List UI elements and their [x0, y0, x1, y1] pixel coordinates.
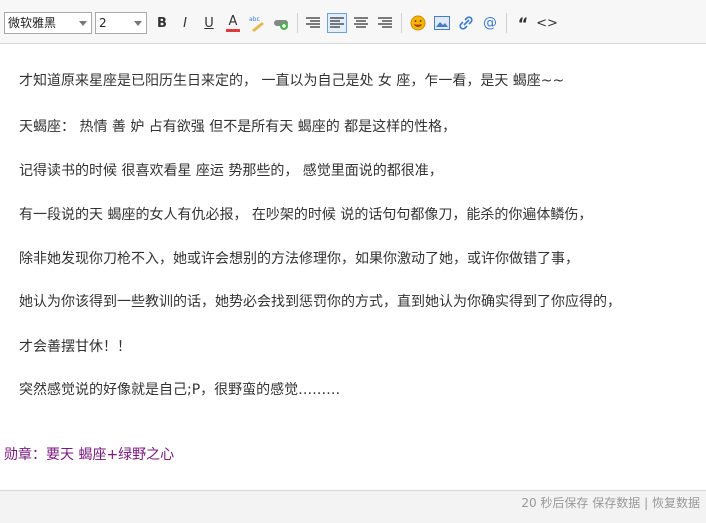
underline-button[interactable]: U [199, 13, 219, 33]
spellcheck-button[interactable]: abc [247, 13, 267, 33]
autosave-countdown: 20 秒后保存 [521, 496, 589, 510]
align-center-button[interactable] [351, 13, 371, 33]
link-icon [459, 16, 473, 30]
content-line: 才知道原来星座是已阳历生日来定的， 一直以为自己是处 女 座，乍一看，是天 蝎座… [19, 73, 565, 89]
emoji-button[interactable] [408, 13, 428, 33]
align-justify-button[interactable] [375, 13, 395, 33]
font-color-bar [226, 28, 240, 32]
underline-icon: U [204, 15, 214, 31]
bold-button[interactable]: B [152, 13, 172, 33]
mention-button[interactable]: @ [480, 13, 500, 33]
save-data-link[interactable]: 保存数据 [592, 496, 640, 510]
font-color-button[interactable]: A [223, 13, 243, 33]
code-icon: <> [536, 15, 558, 31]
at-icon: @ [483, 15, 497, 31]
font-size-select[interactable]: 2 [95, 12, 147, 34]
editor-content[interactable]: 才知道原来星座是已阳历生日来定的， 一直以为自己是处 女 座，乍一看，是天 蝎座… [0, 44, 706, 490]
status-bar: 20 秒后保存 保存数据 | 恢复数据 [0, 490, 706, 523]
align-center-icon [354, 17, 368, 28]
italic-button[interactable]: I [175, 13, 195, 33]
content-line: 记得读书的时候 很喜欢看星 座运 势那些的， 感觉里面说的都很准， [19, 163, 443, 179]
insert-link-button[interactable] [456, 13, 476, 33]
medal-line: 勋章：要天 蝎座+绿野之心 [4, 444, 174, 464]
align-right-button[interactable] [303, 13, 323, 33]
svg-text:abc: abc [249, 16, 260, 23]
status-divider: | [644, 496, 649, 510]
quote-button[interactable]: “ [513, 13, 533, 33]
content-line: 除非她发现你刀枪不入，她或许会想别的方法修理你，如果你激动了她，或许你做错了事， [19, 251, 579, 267]
content-line: 突然感觉说的好像就是自己;P，很野蛮的感觉……… [19, 382, 341, 398]
bold-icon: B [157, 15, 167, 31]
content-line: 才会善摆甘休！！ [19, 339, 131, 355]
attachment-toggle-button[interactable] [271, 13, 291, 33]
toolbar-separator [297, 13, 298, 33]
status-text: 20 秒后保存 保存数据 | 恢复数据 [521, 494, 700, 511]
smiley-icon [410, 15, 426, 31]
medal-label: 勋章： [4, 447, 46, 463]
switch-icon [274, 20, 288, 30]
restore-data-link[interactable]: 恢复数据 [652, 496, 700, 510]
align-right-icon [306, 17, 320, 28]
editor-toolbar: 微软雅黑 2 B I U A abc @ “ <> [0, 0, 706, 44]
font-family-value: 微软雅黑 [8, 16, 57, 30]
quote-icon: “ [517, 13, 529, 33]
image-icon [434, 16, 450, 30]
italic-icon: I [183, 15, 187, 31]
content-line: 她认为你该得到一些教训的话，她势必会找到惩罚你的方式，直到她认为你确实得到了你应… [19, 294, 621, 310]
align-left-icon [330, 17, 344, 28]
chevron-down-icon [134, 21, 142, 26]
medal-value: 要天 蝎座+绿野之心 [46, 447, 175, 463]
content-line: 有一段说的天 蝎座的女人有仇必报， 在吵架的时候 说的话句句都像刀，能杀的你遍体… [19, 207, 593, 223]
code-button[interactable]: <> [536, 13, 558, 33]
spellcheck-icon: abc [249, 16, 264, 32]
insert-image-button[interactable] [432, 13, 452, 33]
font-size-value: 2 [99, 16, 107, 30]
toolbar-separator [506, 13, 507, 33]
content-line: 天蝎座： 热情 善 妒 占有欲强 但不是所有天 蝎座的 都是这样的性格， [19, 119, 457, 135]
font-family-select[interactable]: 微软雅黑 [4, 12, 92, 34]
align-left-button[interactable] [327, 13, 347, 33]
chevron-down-icon [79, 21, 87, 26]
font-color-icon: A [228, 13, 238, 29]
toolbar-separator [401, 13, 402, 33]
align-justify-icon [378, 17, 392, 28]
